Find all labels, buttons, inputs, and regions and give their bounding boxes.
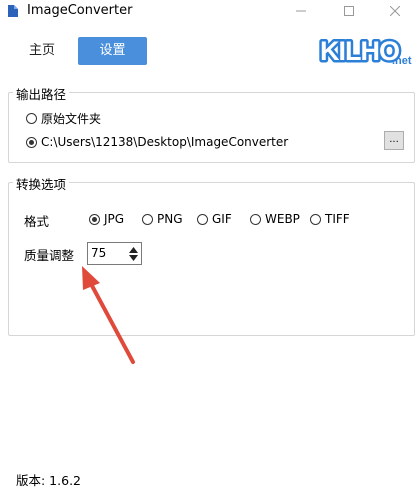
close-button[interactable] bbox=[372, 0, 418, 22]
kilho-logo: KILHO .net bbox=[318, 34, 412, 69]
svg-text:.net: .net bbox=[392, 55, 412, 67]
radio-button[interactable] bbox=[26, 113, 37, 124]
radio-button[interactable] bbox=[89, 213, 100, 225]
radio-format-png[interactable]: PNG bbox=[142, 212, 183, 226]
radio-label: TIFF bbox=[325, 212, 350, 226]
radio-format-webp[interactable]: WEBP bbox=[250, 212, 300, 226]
maximize-icon bbox=[344, 6, 354, 16]
browse-button[interactable]: ... bbox=[384, 131, 404, 150]
radio-button[interactable] bbox=[197, 213, 208, 225]
minimize-icon bbox=[296, 10, 306, 12]
version-label: 版本: 1.6.2 bbox=[16, 473, 81, 488]
radio-button[interactable] bbox=[310, 213, 321, 225]
app-icon bbox=[8, 5, 18, 17]
radio-button[interactable] bbox=[142, 213, 153, 225]
output-path-legend: 输出路径 bbox=[13, 84, 70, 103]
radio-label: PNG bbox=[157, 212, 183, 226]
radio-label: C:\Users\12138\Desktop\ImageConverter bbox=[41, 135, 289, 149]
radio-format-jpg[interactable]: JPG bbox=[89, 212, 124, 226]
svg-text:KILHO: KILHO bbox=[320, 36, 399, 66]
quality-value[interactable]: 75 bbox=[91, 246, 106, 260]
radio-format-gif[interactable]: GIF bbox=[197, 212, 232, 226]
tab-home[interactable]: 主页 bbox=[20, 37, 64, 65]
arrow-down-icon bbox=[129, 254, 138, 261]
radio-label: GIF bbox=[212, 212, 232, 226]
radio-label: 原始文件夹 bbox=[41, 112, 102, 126]
format-label: 格式 bbox=[24, 214, 50, 229]
output-path-group bbox=[8, 92, 415, 163]
radio-button[interactable] bbox=[250, 213, 261, 225]
quality-stepper[interactable]: 75 bbox=[87, 242, 142, 265]
arrow-up-icon bbox=[129, 246, 138, 253]
radio-original-folder[interactable]: 原始文件夹 bbox=[26, 110, 101, 127]
minimize-button[interactable] bbox=[278, 0, 324, 22]
radio-format-tiff[interactable]: TIFF bbox=[310, 212, 350, 226]
close-icon bbox=[390, 6, 400, 16]
decrement-button[interactable] bbox=[127, 253, 140, 262]
radio-label: JPG bbox=[104, 212, 125, 226]
maximize-button[interactable] bbox=[326, 0, 372, 22]
title-bar: ImageConverter bbox=[0, 0, 418, 22]
radio-custom-path[interactable]: C:\Users\12138\Desktop\ImageConverter bbox=[26, 135, 288, 149]
convert-options-legend: 转换选项 bbox=[13, 174, 70, 193]
radio-label: WEBP bbox=[265, 212, 300, 226]
quality-label: 质量调整 bbox=[24, 248, 75, 263]
window-title: ImageConverter bbox=[27, 3, 133, 18]
tab-settings[interactable]: 设置 bbox=[78, 37, 147, 65]
radio-button[interactable] bbox=[26, 136, 37, 148]
